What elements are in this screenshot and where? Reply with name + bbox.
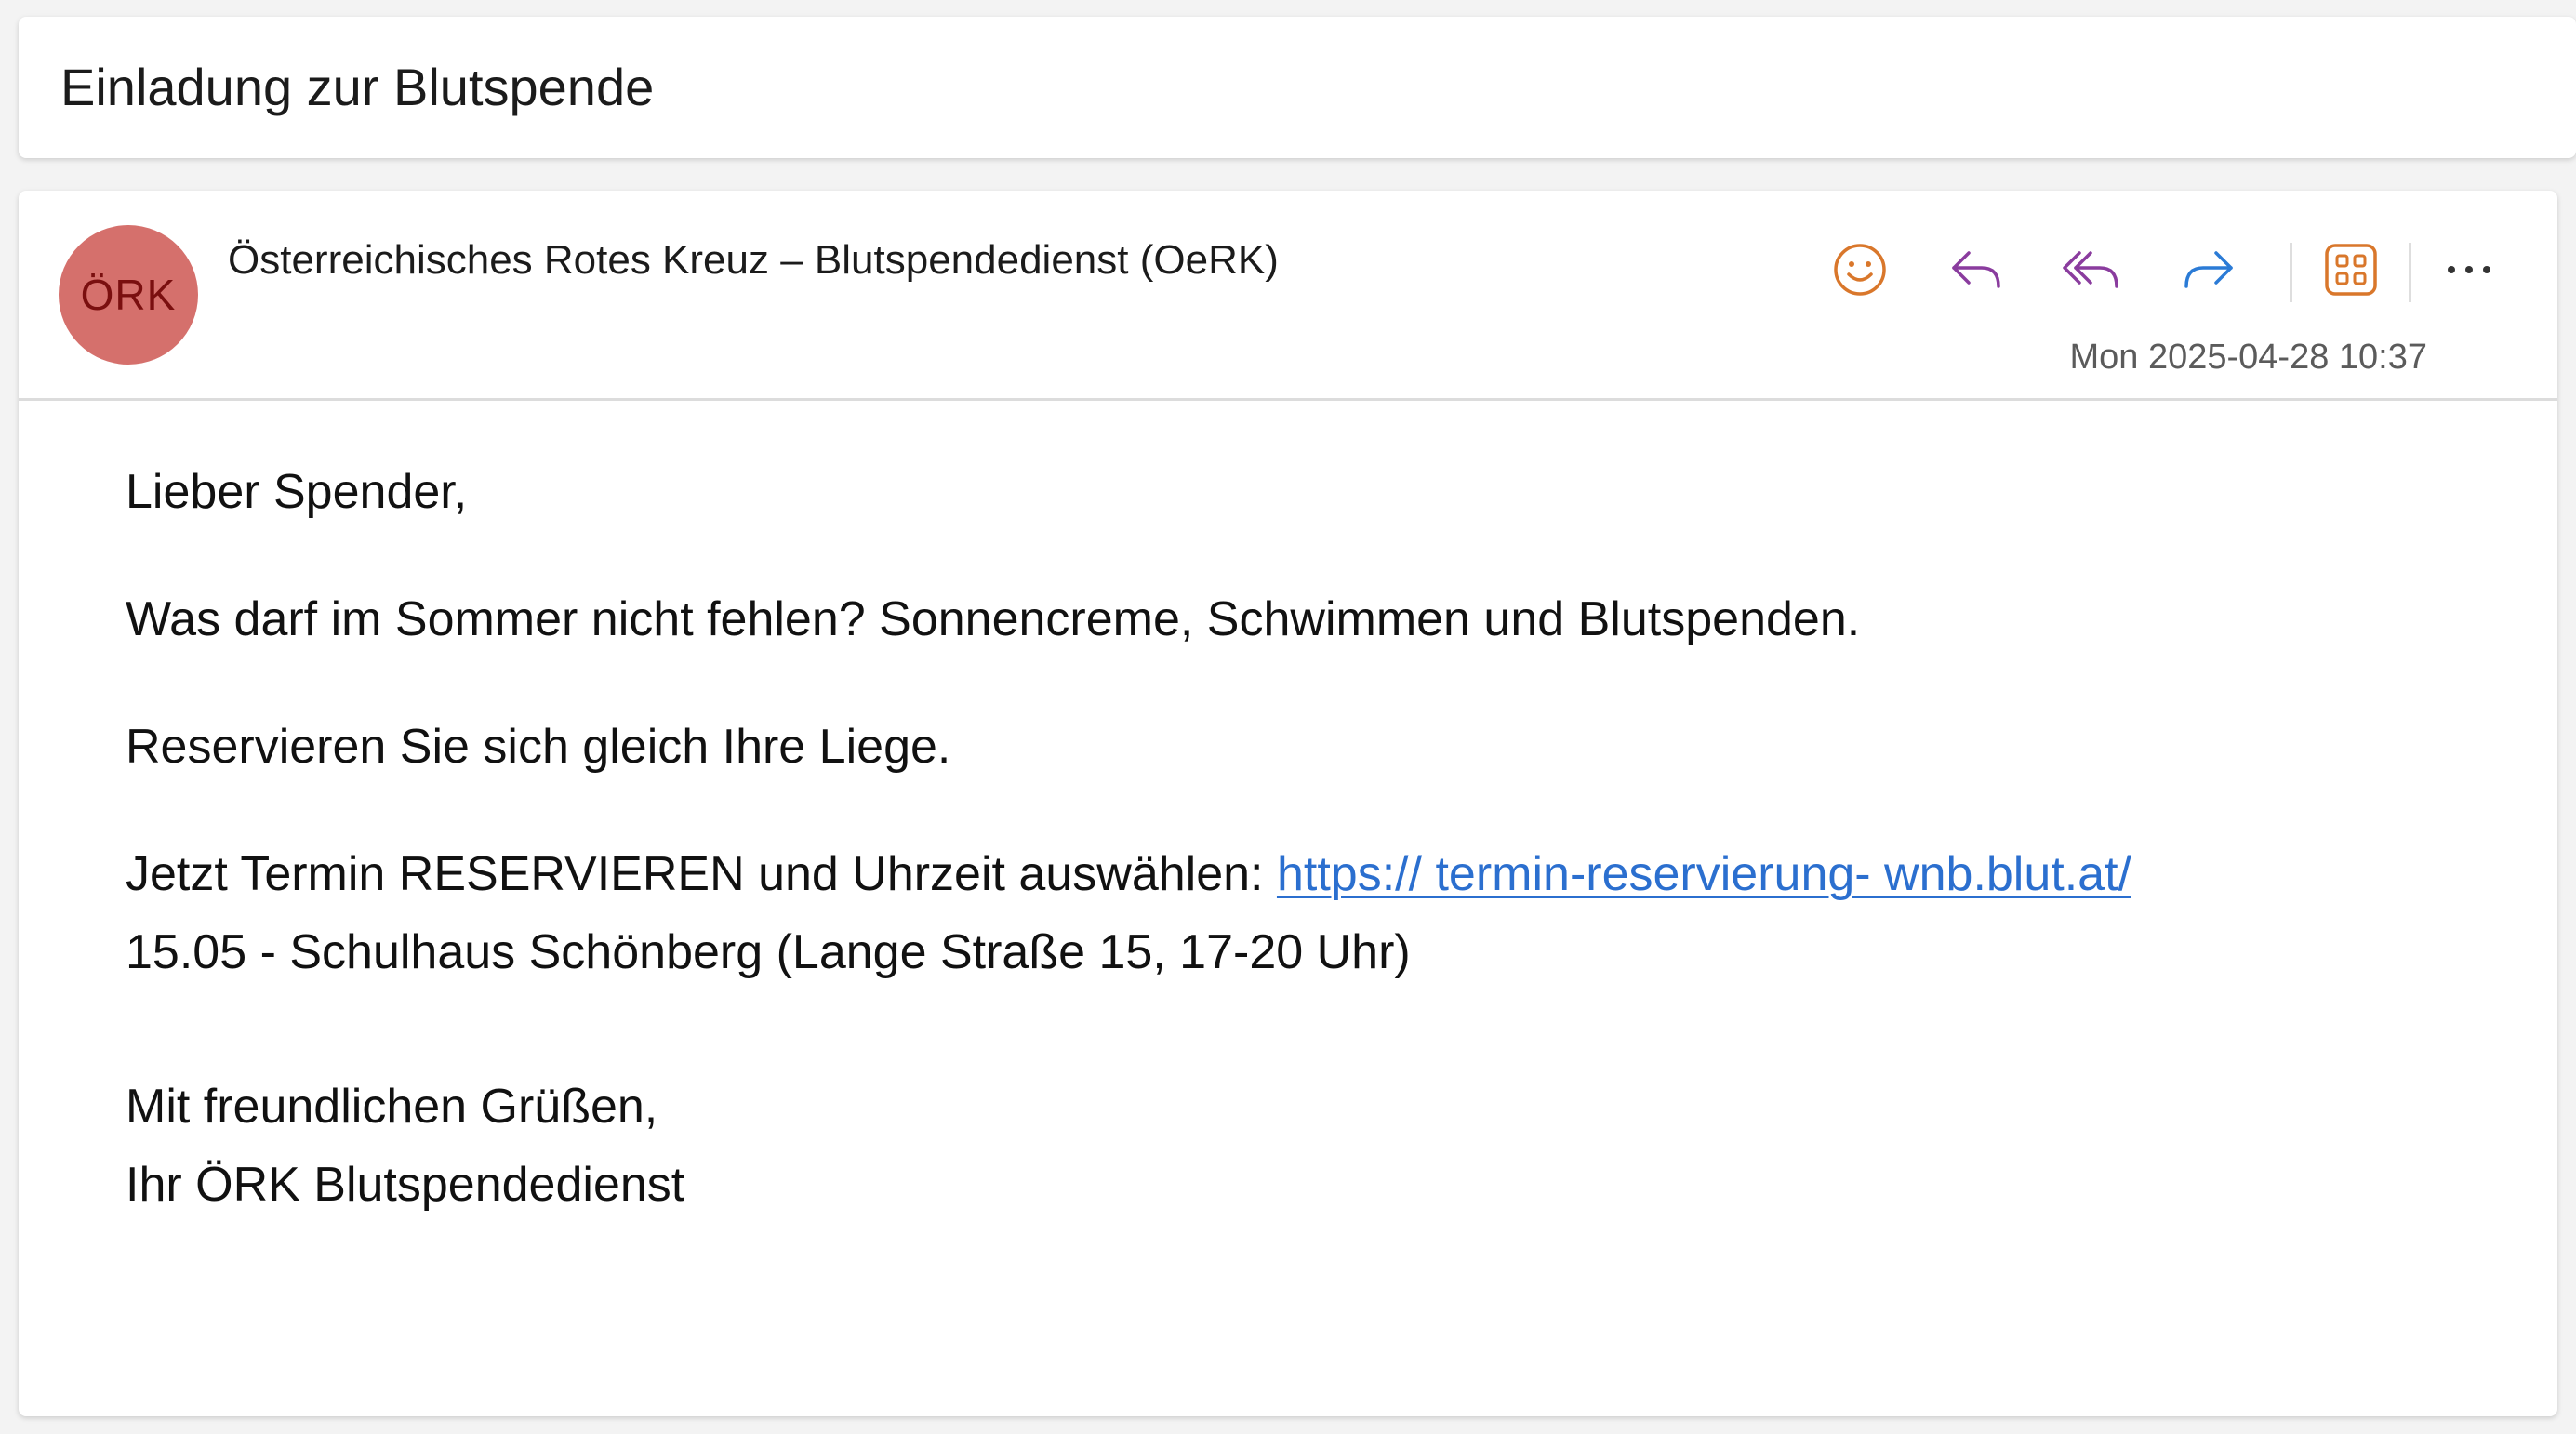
subject-bar: Einladung zur Blutspende	[19, 17, 2576, 158]
sender-name[interactable]: Österreichisches Rotes Kreuz – Blutspend…	[228, 237, 1279, 284]
apps-grid-icon	[2323, 242, 2379, 302]
body-paragraph: Reservieren Sie sich gleich Ihre Liege.	[126, 720, 951, 774]
signature-text: Ihr ÖRK Blutspendedienst	[126, 1158, 685, 1212]
more-icon	[2443, 260, 2495, 284]
message-timestamp: Mon 2025-04-28 10:37	[2069, 338, 2427, 377]
forward-button[interactable]	[2171, 239, 2246, 304]
message-card: ÖRK Österreichisches Rotes Kreuz – Bluts…	[19, 191, 2557, 1416]
cta-paragraph: Jetzt Termin RESERVIEREN und Uhrzeit aus…	[126, 835, 2450, 913]
apps-button[interactable]	[2314, 239, 2388, 304]
toolbar-divider	[2290, 243, 2292, 302]
email-subject: Einladung zur Blutspende	[60, 58, 655, 116]
forward-icon	[2179, 244, 2238, 300]
message-body: Lieber Spender, Was darf im Sommer nicht…	[126, 453, 2450, 1224]
closing-text: Mit freundlichen Grüßen,	[126, 1080, 658, 1134]
reply-button[interactable]	[1939, 239, 2013, 304]
message-toolbar	[1823, 239, 2511, 304]
event-details: 15.05 - Schulhaus Schönberg (Lange Straß…	[126, 925, 1411, 979]
sender-avatar[interactable]: ÖRK	[59, 225, 198, 365]
toolbar-divider	[2409, 243, 2411, 302]
smiley-icon	[1832, 242, 1888, 302]
cta-text: Jetzt Termin RESERVIEREN und Uhrzeit aus…	[126, 847, 1277, 901]
reply-all-button[interactable]	[2055, 239, 2130, 304]
message-header: ÖRK Österreichisches Rotes Kreuz – Bluts…	[19, 191, 2557, 401]
body-paragraph: Was darf im Sommer nicht fehlen? Sonnenc…	[126, 592, 1861, 646]
reply-icon	[1946, 244, 2006, 300]
reply-all-icon	[2061, 244, 2124, 300]
greeting-text: Lieber Spender,	[126, 465, 468, 519]
react-button[interactable]	[1823, 239, 1897, 304]
reservation-link[interactable]: https:// termin-reservierung- wnb.blut.a…	[1277, 847, 2131, 901]
more-actions-button[interactable]	[2432, 239, 2506, 304]
